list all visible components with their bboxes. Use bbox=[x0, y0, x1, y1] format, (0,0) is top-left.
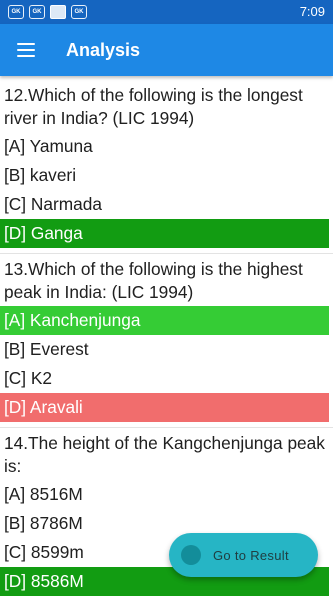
option-c: [C] K2 bbox=[4, 368, 53, 388]
question-list[interactable]: 12.Which of the following is the longest… bbox=[0, 80, 333, 596]
question-text: 14.The height of the Kangchenjunga peak … bbox=[4, 433, 325, 476]
notification-icons: GK GK GK bbox=[8, 5, 87, 19]
image-icon bbox=[50, 5, 66, 19]
page-title: Analysis bbox=[66, 39, 141, 60]
question-text: 13.Which of the following is the highest… bbox=[4, 259, 303, 302]
option-c: [C] Narmada bbox=[4, 194, 102, 214]
go-to-result-label: Go to Result bbox=[213, 547, 289, 563]
option-a: [A] Yamuna bbox=[4, 136, 93, 156]
option-b: [B] kaveri bbox=[4, 165, 77, 185]
option-d-correct: [D] Ganga bbox=[0, 219, 329, 248]
option-a-correct: [A] Kanchenjunga bbox=[0, 306, 329, 335]
question-card: 12.Which of the following is the longest… bbox=[0, 80, 333, 254]
option-d-wrong: [D] Aravali bbox=[0, 393, 329, 422]
go-to-result-button[interactable]: Go to Result bbox=[169, 533, 318, 577]
circle-icon bbox=[181, 545, 201, 565]
hamburger-menu-icon[interactable] bbox=[17, 43, 35, 57]
question-text: 12.Which of the following is the longest… bbox=[4, 85, 303, 128]
app-bar: Analysis bbox=[0, 24, 333, 76]
status-time: 7:09 bbox=[299, 4, 325, 19]
gk-app-icon: GK bbox=[8, 5, 24, 19]
option-b: [B] Everest bbox=[4, 339, 89, 359]
option-a: [A] 8516M bbox=[4, 484, 83, 504]
question-card: 13.Which of the following is the highest… bbox=[0, 254, 333, 428]
gk-app-icon: GK bbox=[29, 5, 45, 19]
status-bar: GK GK GK 7:09 bbox=[0, 0, 333, 24]
gk-app-icon: GK bbox=[71, 5, 87, 19]
